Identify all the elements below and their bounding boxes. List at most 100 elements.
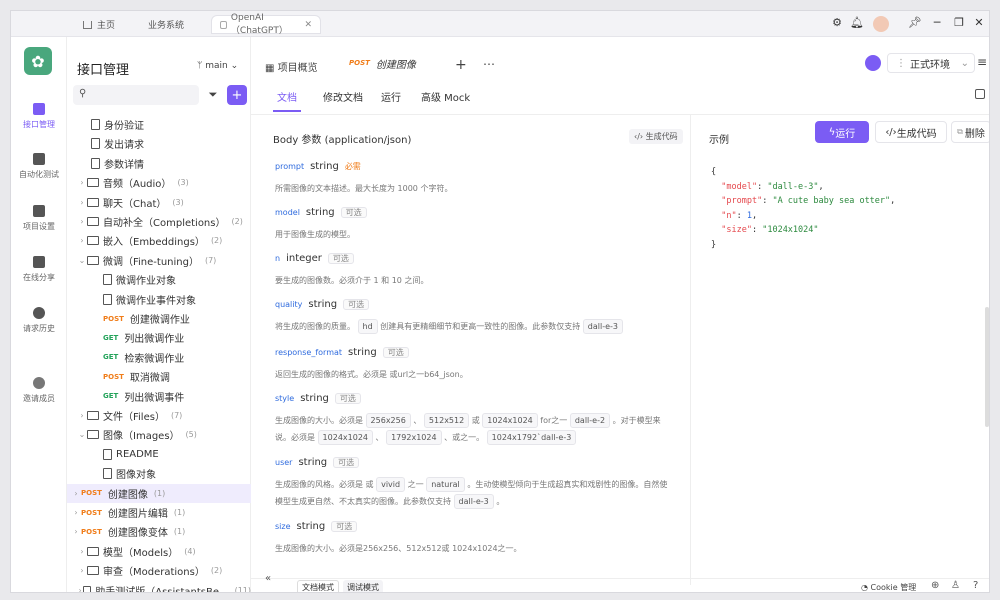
param-desc-text: 返回生成的图像的格式。必须是 或url之一b64_json。 — [275, 370, 468, 379]
tree-item[interactable]: › 模型（Models） (4) — [67, 542, 251, 561]
tree-item[interactable]: › 聊天（Chat） (3) — [67, 193, 251, 212]
nav-history[interactable]: 请求历史 — [11, 307, 67, 334]
tree-item[interactable]: GET 列出微调作业 — [67, 328, 251, 347]
tree-item[interactable]: GET 检索微调作业 — [67, 348, 251, 367]
json-key: "size" — [721, 225, 752, 235]
tree-item[interactable]: 身份验证 — [67, 115, 251, 134]
tree-item[interactable]: 微调作业对象 — [67, 270, 251, 289]
param-description: 生成图像的风格。必须是 或 vivid 之一 natural 。生动使模型倾向于… — [275, 476, 675, 510]
grid-icon: ⋮ — [896, 57, 906, 69]
run-label: 运行 — [835, 128, 856, 140]
env-label: 正式环境 — [910, 59, 950, 71]
doc-mode-button[interactable]: 文档模式 — [297, 580, 339, 592]
subtab-edit[interactable]: 修改文档 — [323, 89, 363, 104]
subtab-doc[interactable]: 文档 — [273, 89, 301, 112]
shirt-icon[interactable]: ♙ — [951, 580, 960, 591]
scrollbar[interactable] — [985, 307, 989, 427]
branch-label: main — [205, 61, 228, 71]
tree-item[interactable]: 参数详情 — [67, 154, 251, 173]
chevron-right-icon[interactable]: › — [77, 236, 87, 245]
more-icon[interactable]: ⋯ — [483, 57, 495, 71]
nav-api-management[interactable]: 接口管理 — [11, 103, 67, 130]
minimize-icon[interactable]: ─ — [929, 16, 945, 30]
nav-invite[interactable]: 邀请成员 — [11, 377, 67, 404]
cookie-button[interactable]: ◔ Cookie 管理 — [861, 582, 916, 592]
nav-auto-test[interactable]: 自动化测试 — [11, 153, 67, 180]
chevron-right-icon[interactable]: › — [77, 411, 87, 420]
folder-icon — [87, 566, 99, 576]
settings-icon[interactable]: ⚙ — [829, 16, 845, 30]
env-selector[interactable]: ⋮ 正式环境 ⌄ — [887, 53, 975, 73]
tab-business[interactable]: 业务系统 — [148, 15, 184, 34]
tree-item[interactable]: › POST 创建图片编辑 (1) — [67, 503, 251, 522]
tree-item-count: (1) — [153, 488, 166, 498]
branch-selector[interactable]: ᛘ main ⌄ — [197, 61, 238, 71]
tab-home[interactable]: 主页 — [83, 15, 115, 34]
tree-item[interactable]: › 助手测试版（AssistantsBe... (11) — [67, 581, 251, 592]
chevron-down-icon[interactable]: ⌄ — [77, 256, 87, 265]
tab-create-image[interactable]: POST 创建图像 — [339, 51, 437, 77]
nav-online-share[interactable]: 在线分享 — [11, 256, 67, 283]
filter-button[interactable]: ⏷ — [203, 85, 223, 105]
chevron-right-icon[interactable]: › — [77, 198, 87, 207]
tree-item-label: 创建图片编辑 — [107, 509, 168, 520]
bell-icon[interactable]: 🔔︎ — [849, 16, 865, 30]
chevron-down-icon[interactable]: ⌄ — [77, 430, 87, 439]
tree-item[interactable]: GET 列出微调事件 — [67, 387, 251, 406]
tree-item[interactable]: POST 取消微调 — [67, 367, 251, 386]
collapse-sidebar-icon[interactable]: « — [265, 573, 271, 584]
tab-overview[interactable]: ▦ 项目概览 — [265, 59, 318, 74]
tree-item[interactable]: 微调作业事件对象 — [67, 290, 251, 309]
search-input[interactable]: ⚲ — [73, 85, 199, 105]
run-button[interactable]: ϟ 运行 — [815, 121, 869, 143]
maximize-icon[interactable]: ❐ — [951, 16, 967, 30]
param-desc-text: 生成图像的大小。必须是 — [275, 416, 363, 425]
chevron-right-icon[interactable]: › — [71, 527, 81, 536]
help-icon[interactable]: ? — [973, 580, 978, 591]
body-panel: Body 参数 (application/json) ‹/› 生成代码 prom… — [265, 115, 691, 585]
chevron-right-icon[interactable]: › — [77, 178, 87, 187]
tree-item[interactable]: README — [67, 445, 251, 464]
tree-item[interactable]: › 文件（Files） (7) — [67, 406, 251, 425]
tab-create-image-label: 创建图像 — [375, 59, 416, 71]
debug-mode-button[interactable]: 调试模式 — [343, 580, 383, 592]
chevron-right-icon[interactable]: › — [71, 508, 81, 517]
tree-item[interactable]: ⌄ 图像（Images） (5) — [67, 425, 251, 444]
tree-item[interactable]: › 音频（Audio） (3) — [67, 173, 251, 192]
upload-icon[interactable]: ⊕ — [931, 580, 939, 591]
nav-project-settings[interactable]: 项目设置 — [11, 205, 67, 232]
tree-item[interactable]: ⌄ 微调（Fine-tuning） (7) — [67, 251, 251, 270]
nav-label: 在线分享 — [23, 273, 55, 282]
tab-openai[interactable]: OpenAI（ChatGPT） ✕ — [211, 13, 321, 36]
close-icon[interactable]: ✕ — [304, 20, 312, 30]
generate-code-button[interactable]: ‹/› 生成代码 — [629, 129, 683, 144]
new-tab-button[interactable]: + — [455, 57, 467, 73]
avatar[interactable] — [873, 16, 889, 32]
tree-item[interactable]: POST 创建微调作业 — [67, 309, 251, 328]
tree-item[interactable]: › POST 创建图像变体 (1) — [67, 522, 251, 541]
chevron-right-icon[interactable]: › — [77, 547, 87, 556]
param-user: user string 可选 生成图像的风格。必须是 或 vivid 之一 natur… — [275, 457, 675, 510]
chevron-right-icon[interactable]: › — [77, 566, 87, 575]
tree-item[interactable]: › 审查（Moderations） (2) — [67, 561, 251, 580]
add-button[interactable]: + — [227, 85, 247, 105]
tree-item[interactable]: 发出请求 — [67, 134, 251, 153]
panel-toggle-icon[interactable] — [975, 89, 985, 99]
api-tree-panel: 接口管理 ᛘ main ⌄ ⚲ ⏷ + 身份验证 发出请求 参数详情 › 音频（Audi… — [67, 37, 251, 592]
tree-item[interactable]: › POST 创建图像 (1) — [67, 483, 251, 503]
tree-item[interactable]: 图像对象 — [67, 464, 251, 483]
tree-item[interactable]: › 自动补全（Completions） (2) — [67, 212, 251, 231]
example-generate-code-button[interactable]: ‹/› 生成代码 — [875, 121, 947, 143]
delete-button[interactable]: ⧉ 删除 — [951, 121, 989, 143]
chevron-right-icon[interactable]: › — [71, 489, 81, 498]
tree-item[interactable]: › 嵌入（Embeddings） (2) — [67, 231, 251, 250]
pin-icon[interactable]: 📌︎ — [907, 16, 923, 30]
json-comma: , — [751, 210, 758, 221]
subtab-run[interactable]: 运行 — [381, 89, 401, 104]
menu-icon[interactable]: ≡ — [977, 55, 987, 69]
subtab-mock[interactable]: 高级 Mock — [421, 89, 470, 104]
chevron-right-icon[interactable]: › — [77, 217, 87, 226]
window-close-icon[interactable]: ✕ — [971, 16, 987, 30]
inline-code: natural — [426, 477, 465, 492]
param-header: model string 可选 — [275, 207, 675, 218]
